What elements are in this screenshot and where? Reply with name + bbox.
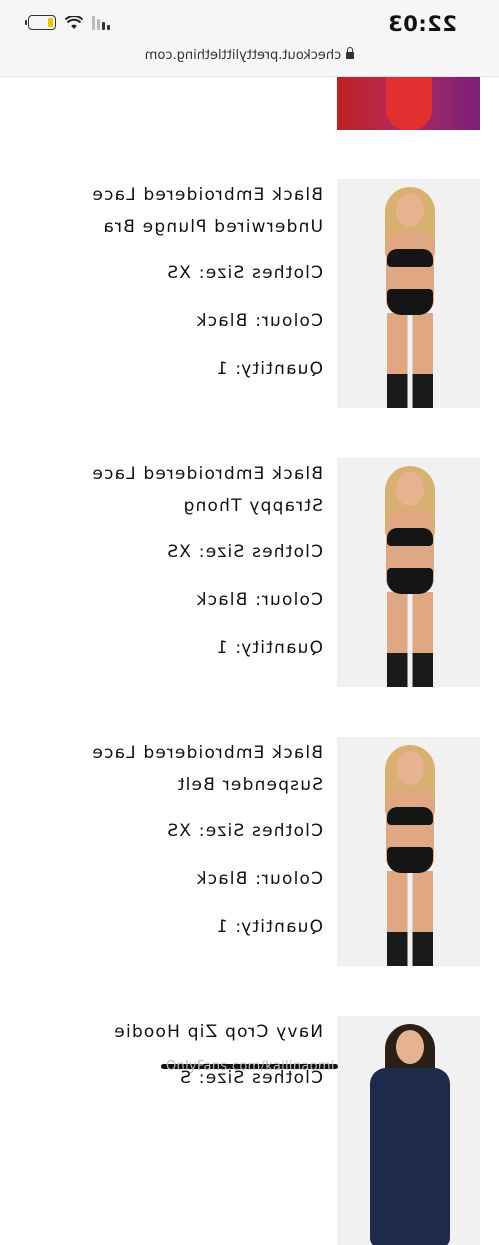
cellular-signal-icon [92,15,110,30]
status-time: 22:03 [387,12,457,36]
battery-icon [28,15,56,30]
product-name[interactable]: Navy Crop Zip Hoodie [23,1016,323,1048]
mirrored-screenshot: 22:03 checkout.prettylittlething.com Bla… [0,0,499,1245]
product-size: Clothes Size: XS [166,821,323,841]
lock-icon [346,52,355,59]
watermark-text: OnlyFans.com/kailinaomi [166,1059,335,1074]
product-size: Clothes Size: XS [166,542,323,562]
status-bar: 22:03 checkout.prettylittlething.com [0,0,499,77]
product-quantity: Quantity: 1 [215,917,323,937]
product-quantity: Quantity: 1 [215,638,323,658]
product-quantity: Quantity: 1 [215,359,323,379]
product-image[interactable] [337,1016,480,1245]
product-image[interactable] [337,179,480,408]
product-image[interactable] [337,458,480,687]
product-image[interactable] [337,737,480,966]
url-bar[interactable]: checkout.prettylittlething.com [0,48,499,63]
product-size: Clothes Size: XS [166,263,323,283]
previous-item-image[interactable] [337,76,480,130]
product-name[interactable]: Black Embroidered Lace Suspender Belt [23,737,323,801]
product-colour: Colour: Black [195,311,323,331]
product-name[interactable]: Black Embroidered Lace Strappy Thong [23,458,323,522]
product-colour: Colour: Black [195,590,323,610]
product-name[interactable]: Black Embroidered Lace Underwired Plunge… [23,179,323,243]
product-colour: Colour: Black [195,869,323,889]
wifi-icon [65,15,83,29]
url-text: checkout.prettylittlething.com [144,48,342,63]
status-icons [28,15,110,30]
